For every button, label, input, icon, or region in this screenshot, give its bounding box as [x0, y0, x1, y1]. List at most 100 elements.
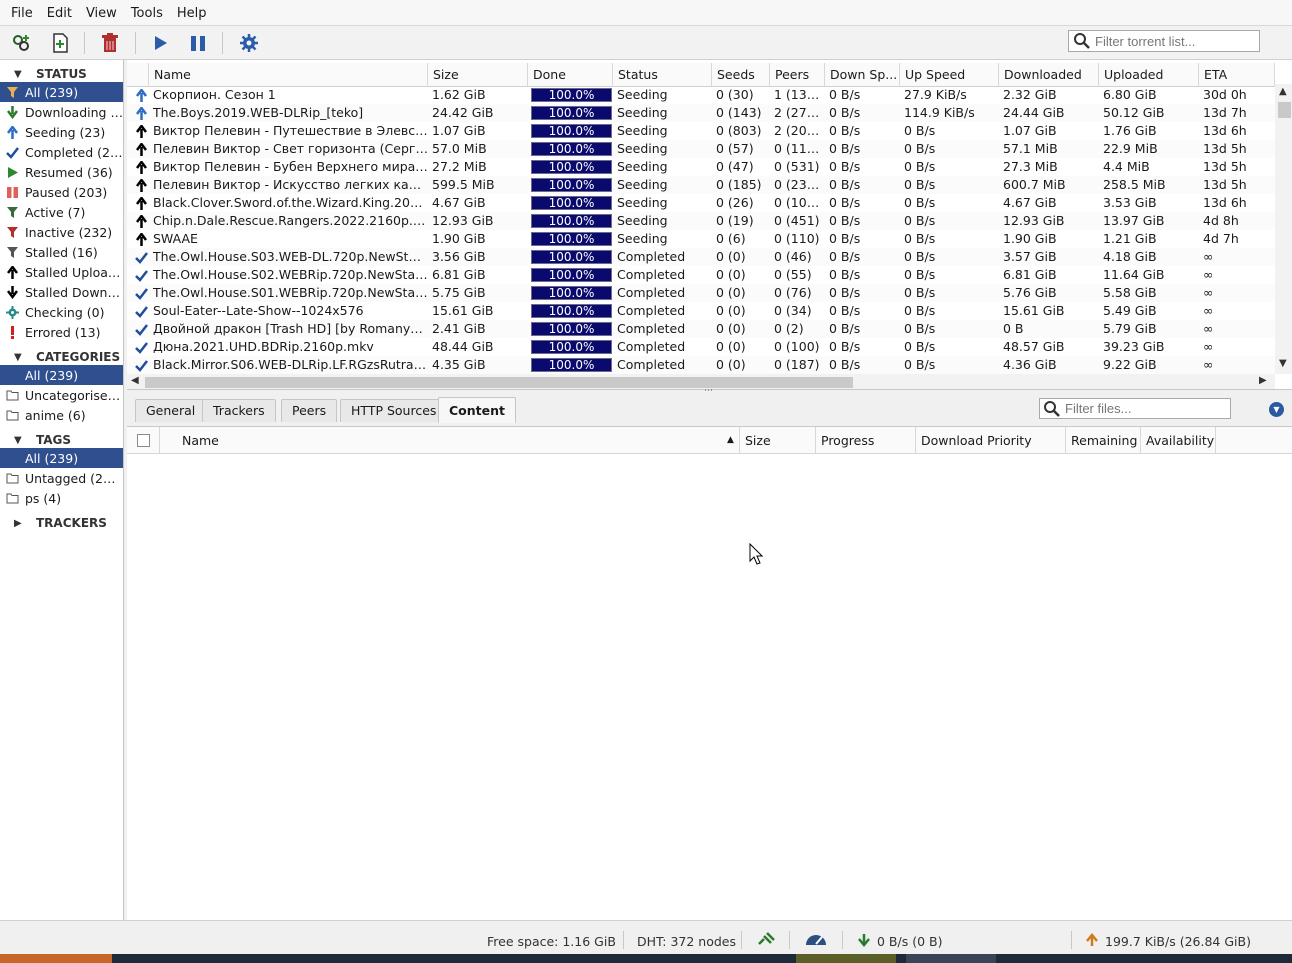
status-filter-item[interactable]: Seeding (23)	[0, 122, 123, 142]
status-filter-item[interactable]: Active (7)	[0, 202, 123, 222]
status-filter-item[interactable]: Stalled Downlo...	[0, 282, 123, 302]
torrent-row[interactable]: Chip.n.Dale.Rescue.Rangers.2022.2160p.DS…	[127, 212, 1275, 230]
status-filter-item[interactable]: Resumed (36)	[0, 162, 123, 182]
connection-status-icon[interactable]	[757, 932, 775, 946]
tag-filter-item[interactable]: All (239)	[0, 448, 123, 468]
torrent-row[interactable]: SWAAE 1.90 GiB 100.0% Seeding 0 (6) 0 (110) 0 …	[127, 230, 1275, 248]
tab-trackers[interactable]: Trackers	[202, 399, 276, 422]
col-up-speed[interactable]: Up Speed	[900, 63, 999, 87]
horizontal-scroll-thumb[interactable]	[145, 377, 853, 388]
categories-section-header[interactable]: ▼ CATEGORIES	[0, 348, 123, 366]
file-search-input[interactable]	[1065, 401, 1225, 416]
sidebar-item-label: Resumed (36)	[25, 164, 113, 180]
delete-torrent-button[interactable]	[97, 30, 123, 56]
torrent-row[interactable]: Black.Clover.Sword.of.the.Wizard.King.20…	[127, 194, 1275, 212]
stalled-upload-arrow-icon	[131, 230, 149, 248]
col-downloaded[interactable]: Downloaded	[999, 63, 1099, 87]
status-filter-item[interactable]: All (239)	[0, 82, 123, 102]
filter-options-chevron-icon[interactable]: ▼	[1269, 402, 1284, 417]
torrent-row[interactable]: The.Owl.House.S03.WEB-DL.720p.NewStation…	[127, 248, 1275, 266]
col-uploaded[interactable]: Uploaded	[1099, 63, 1199, 87]
category-filter-item[interactable]: All (239)	[0, 365, 123, 385]
cell-status: Completed	[617, 357, 686, 372]
col-peers[interactable]: Peers	[770, 63, 825, 87]
scroll-left-arrow-icon[interactable]: ◀	[131, 375, 139, 386]
add-torrent-link-button[interactable]	[9, 30, 35, 56]
torrent-row[interactable]: Soul-Eater--Late-Show--1024x576 15.61 GiB…	[127, 302, 1275, 320]
col-seeds[interactable]: Seeds	[712, 63, 770, 87]
status-filter-item[interactable]: Inactive (232)	[0, 222, 123, 242]
status-filter-item[interactable]: Stalled (16)	[0, 242, 123, 262]
speed-limit-icon[interactable]	[804, 932, 828, 946]
status-filter-item[interactable]: Paused (203)	[0, 182, 123, 202]
tab-content[interactable]: Content	[438, 397, 516, 423]
tab-http-sources[interactable]: HTTP Sources	[340, 399, 448, 422]
taskbar-start[interactable]	[0, 954, 112, 963]
col-done[interactable]: Done	[528, 63, 613, 87]
torrent-row[interactable]: Black.Mirror.S06.WEB-DLRip.LF.RGzsRutrac…	[127, 356, 1275, 374]
select-all-checkbox[interactable]	[137, 434, 150, 447]
vertical-scroll-thumb[interactable]	[1278, 102, 1291, 118]
cell-down: 0 B/s	[829, 249, 861, 264]
menu-help[interactable]: Help	[170, 0, 214, 26]
status-filter-item[interactable]: Errored (13)	[0, 322, 123, 342]
col-icon[interactable]	[127, 63, 149, 87]
torrent-row[interactable]: Дюна.2021.UHD.BDRip.2160p.mkv 48.44 GiB 10…	[127, 338, 1275, 356]
col-down-speed[interactable]: Down Sp...	[825, 63, 900, 87]
trackers-section-header[interactable]: ▶ TRACKERS	[0, 514, 123, 532]
torrent-row[interactable]: Виктор Пелевин - Бубен Верхнего мира. Бу…	[127, 158, 1275, 176]
torrent-row[interactable]: The.Boys.2019.WEB-DLRip_[teko] 24.42 GiB 1…	[127, 104, 1275, 122]
col-remaining[interactable]: Remaining	[1066, 427, 1141, 454]
status-filter-item[interactable]: Downloading (0)	[0, 102, 123, 122]
scroll-up-arrow-icon[interactable]: ▲	[1279, 86, 1287, 97]
options-button[interactable]	[236, 30, 262, 56]
tags-section-header[interactable]: ▼ TAGS	[0, 431, 123, 449]
status-separator	[842, 931, 843, 949]
add-torrent-file-button[interactable]	[47, 30, 73, 56]
status-filter-item[interactable]: Stalled Uploadi...	[0, 262, 123, 282]
status-filter-item[interactable]: Completed (226)	[0, 142, 123, 162]
tab-general[interactable]: General	[135, 399, 207, 422]
torrent-row[interactable]: The.Owl.House.S02.WEBRip.720p.NewStation…	[127, 266, 1275, 284]
horizontal-scrollbar[interactable]: ◀ ▶	[127, 374, 1275, 389]
col-size[interactable]: Size	[428, 63, 528, 87]
col-size[interactable]: Size	[740, 427, 816, 454]
tag-filter-item[interactable]: Untagged (235)	[0, 468, 123, 488]
torrent-row[interactable]: Двойной дракон [Trash HD] [by Romanych_7…	[127, 320, 1275, 338]
taskbar-app[interactable]	[906, 954, 996, 963]
play-icon	[5, 165, 19, 179]
category-filter-item[interactable]: anime (6)	[0, 405, 123, 425]
torrent-row[interactable]: Пелевин Виктор - Свет горизонта (Сергей …	[127, 140, 1275, 158]
tag-filter-item[interactable]: ps (4)	[0, 488, 123, 508]
menu-file[interactable]: File	[4, 0, 40, 26]
col-eta[interactable]: ETA	[1199, 63, 1275, 87]
category-filter-item[interactable]: Uncategorised ...	[0, 385, 123, 405]
torrent-row[interactable]: The.Owl.House.S01.WEBRip.720p.NewStation…	[127, 284, 1275, 302]
panel-splitter[interactable]: ⋯	[704, 386, 713, 396]
scroll-right-arrow-icon[interactable]: ▶	[1259, 375, 1267, 386]
col-availability[interactable]: Availability	[1141, 427, 1216, 454]
content-table: Name ▲ Size Progress Download Priority Re…	[127, 426, 1292, 920]
resume-button[interactable]	[147, 30, 173, 56]
menu-tools[interactable]: Tools	[124, 0, 170, 26]
torrent-row[interactable]: Пелевин Виктор - Искусство легких касани…	[127, 176, 1275, 194]
tab-peers[interactable]: Peers	[281, 399, 338, 422]
col-status[interactable]: Status	[613, 63, 712, 87]
status-filter-item[interactable]: Checking (0)	[0, 302, 123, 322]
menu-view[interactable]: View	[79, 0, 124, 26]
col-progress[interactable]: Progress	[816, 427, 916, 454]
col-name[interactable]: Name ▲	[177, 427, 740, 454]
torrent-row[interactable]: Виктор Пелевин - Путешествие в Элевсин […	[127, 122, 1275, 140]
torrent-row[interactable]: Скорпион. Сезон 1 1.62 GiB 100.0% Seeding 0 …	[127, 86, 1275, 104]
menu-edit[interactable]: Edit	[40, 0, 79, 26]
scroll-down-arrow-icon[interactable]: ▼	[1279, 358, 1287, 369]
torrent-search-input[interactable]	[1095, 33, 1255, 49]
taskbar-app[interactable]	[796, 954, 896, 963]
vertical-scrollbar[interactable]: ▲ ▼	[1275, 84, 1292, 374]
status-section-header[interactable]: ▼ STATUS	[0, 65, 123, 83]
cell-size: 5.75 GiB	[432, 285, 486, 300]
col-name[interactable]: Name	[149, 63, 428, 87]
col-download-priority[interactable]: Download Priority	[916, 427, 1066, 454]
pause-button[interactable]	[185, 30, 211, 56]
progress-bar: 100.0%	[531, 196, 612, 210]
